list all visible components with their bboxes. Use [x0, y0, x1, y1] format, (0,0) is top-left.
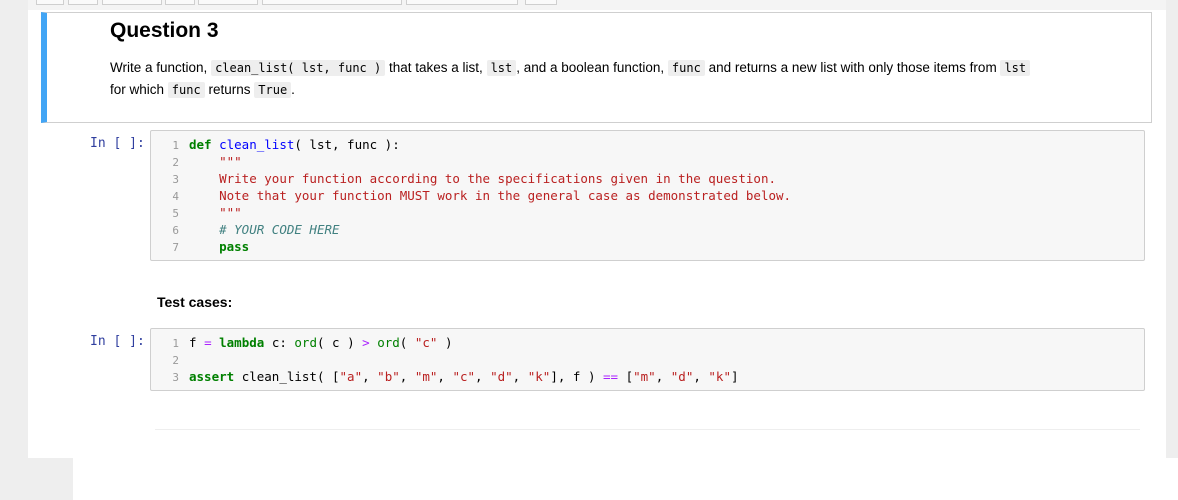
input-prompt: In [ ]:: [90, 136, 145, 151]
inline-code: clean_list( lst, func ): [211, 60, 386, 76]
text-segment: Write a function,: [110, 60, 208, 75]
inline-code: True: [254, 82, 292, 98]
line-number: 3: [172, 371, 179, 384]
code-line: 3 Write your function according to the s…: [151, 170, 776, 187]
code-cell-editor[interactable]: 1 def clean_list( lst, func ): 2 """ 3 Wr…: [150, 130, 1145, 261]
keyword: assert: [189, 369, 235, 384]
builtin: ord: [377, 335, 400, 350]
right-scroll-gutter[interactable]: [1166, 0, 1178, 458]
string-literal: "b": [377, 369, 400, 384]
docstring: """: [219, 205, 242, 220]
code-text: ): [444, 335, 453, 350]
text-segment: returns: [208, 82, 251, 97]
code-text: clean_list( [: [241, 369, 340, 384]
toolbar-edge: [28, 0, 1166, 10]
code-text: (: [399, 335, 408, 350]
toolbar-button[interactable]: [36, 0, 64, 5]
keyword: lambda: [219, 335, 265, 350]
toolbar-button[interactable]: [198, 0, 258, 5]
comment: # YOUR CODE HERE: [219, 222, 340, 237]
string-literal: "m": [414, 369, 438, 384]
question-title: Question 3: [110, 19, 219, 42]
toolbar-button[interactable]: [262, 0, 402, 5]
string-literal: "c": [414, 335, 438, 350]
toolbar-button[interactable]: [406, 0, 518, 5]
code-text: ( c ): [316, 335, 355, 350]
code-line: 6 # YOUR CODE HERE: [151, 221, 340, 238]
code-line: 5 """: [151, 204, 242, 221]
question-description: Write a function, clean_list( lst, func …: [110, 57, 1100, 101]
operator: >: [362, 335, 370, 350]
text-segment: for which: [110, 82, 165, 97]
inline-code: lst: [1000, 60, 1031, 76]
toolbar-button[interactable]: [165, 0, 195, 5]
text-segment: .: [291, 82, 295, 97]
string-literal: "m": [633, 369, 656, 384]
toolbar-button[interactable]: [68, 0, 98, 5]
text-segment: , and a boolean function,: [516, 60, 665, 75]
code-line: 2 """: [151, 153, 242, 170]
keyword: def: [189, 137, 212, 152]
function-name: clean_list: [219, 137, 295, 152]
toolbar-button[interactable]: [102, 0, 162, 5]
line-number: 2: [172, 156, 179, 169]
inline-code: lst: [486, 60, 517, 76]
keyword: pass: [219, 239, 250, 254]
text-segment: that takes a list,: [389, 60, 483, 75]
line-number: 6: [172, 224, 179, 237]
code-line: 1 def clean_list( lst, func ):: [151, 136, 400, 153]
docstring: Write your function according to the spe…: [219, 171, 777, 186]
code-text: f: [189, 335, 197, 350]
code-text: c:: [271, 335, 287, 350]
input-prompt: In [ ]:: [90, 334, 145, 349]
left-gutter: [0, 0, 28, 458]
string-literal: "k": [527, 369, 551, 384]
code-text: [: [625, 369, 634, 384]
builtin: ord: [294, 335, 317, 350]
code-line: 2: [151, 351, 189, 368]
line-number: 4: [172, 190, 179, 203]
test-cases-heading: Test cases:: [157, 294, 233, 310]
line-number: 2: [172, 354, 179, 367]
cell-divider: [155, 429, 1140, 430]
string-literal: "a": [339, 369, 363, 384]
docstring: Note that your function MUST work in the…: [219, 188, 792, 203]
string-literal: "d": [670, 369, 694, 384]
operator: =: [204, 335, 212, 350]
inline-code: func: [167, 82, 205, 98]
line-number: 3: [172, 173, 179, 186]
string-literal: "d": [490, 369, 513, 384]
operator: ==: [603, 369, 619, 384]
code-line: 1f = lambda c: ord( c ) > ord( "c" ): [151, 334, 453, 351]
code-line: 3 assert clean_list( ["a", "b", "m", "c",…: [151, 368, 739, 385]
string-literal: "c": [452, 369, 476, 384]
line-number: 7: [172, 241, 179, 254]
string-literal: "k": [708, 369, 731, 384]
bottom-panel: [0, 458, 73, 500]
line-number: 5: [172, 207, 179, 220]
text-segment: and returns a new list with only those i…: [708, 60, 997, 75]
code-text: ]: [730, 369, 739, 384]
code-text: ( lst, func ):: [294, 137, 400, 152]
code-text: ], f ): [550, 369, 596, 384]
line-number: 1: [172, 139, 179, 152]
code-line: 7 pass: [151, 238, 249, 255]
docstring: """: [219, 154, 242, 169]
toolbar-button[interactable]: [525, 0, 557, 5]
inline-code: func: [667, 60, 705, 76]
code-line: 4 Note that your function MUST work in t…: [151, 187, 791, 204]
code-cell-editor[interactable]: 1f = lambda c: ord( c ) > ord( "c" ) 2 3…: [150, 328, 1145, 391]
line-number: 1: [172, 337, 179, 350]
